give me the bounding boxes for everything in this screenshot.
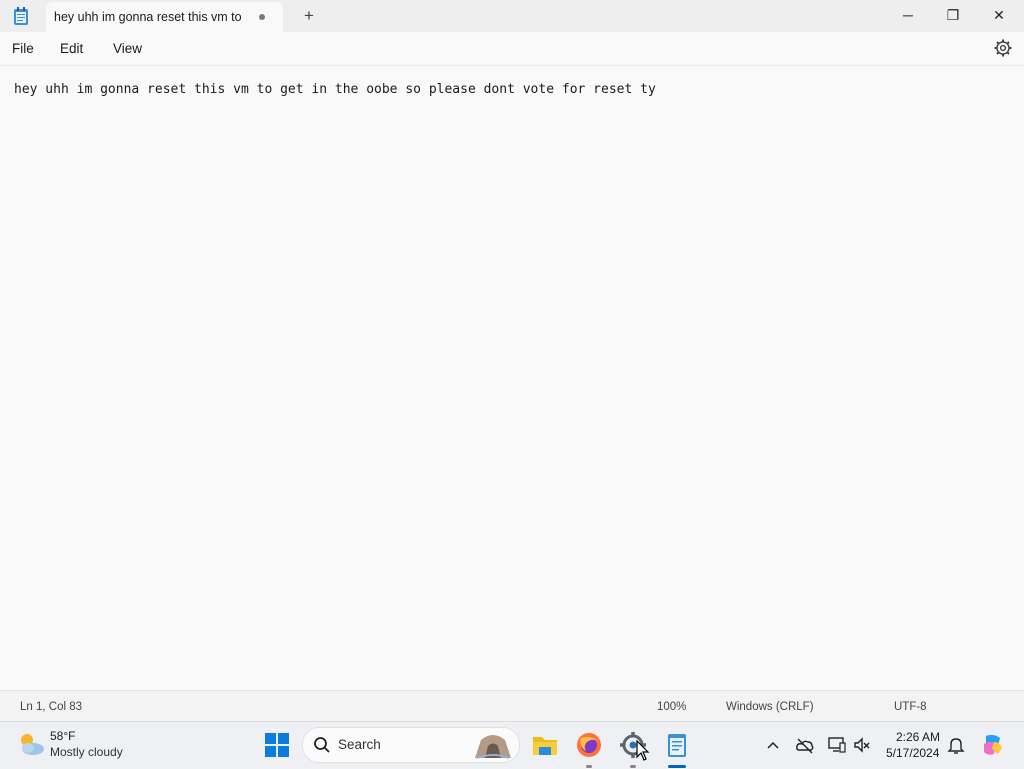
weather-desc[interactable]: Mostly cloudy (50, 745, 123, 759)
menu-edit[interactable]: Edit (60, 41, 83, 56)
clock-time[interactable]: 2:26 AM (896, 730, 940, 744)
clock-date[interactable]: 5/17/2024 (886, 746, 939, 760)
notepad-icon[interactable] (662, 730, 692, 760)
copilot-icon[interactable] (980, 732, 1006, 758)
cursor-position: Ln 1, Col 83 (20, 701, 83, 713)
title-bar: hey uhh im gonna reset this vm to + ─ ❐ … (0, 0, 1024, 32)
minimize-button[interactable]: ─ (885, 0, 931, 30)
chevron-up-icon[interactable] (763, 735, 783, 755)
search-icon (314, 737, 330, 753)
new-tab-button[interactable]: + (296, 4, 322, 28)
line-ending: Windows (CRLF) (726, 701, 814, 713)
onedrive-offline-icon[interactable] (795, 735, 815, 755)
firefox-icon[interactable] (574, 730, 604, 760)
menu-bar: File Edit View (0, 32, 1024, 66)
volume-muted-icon[interactable] (852, 735, 872, 755)
document-tab[interactable]: hey uhh im gonna reset this vm to (46, 2, 283, 32)
tab-title: hey uhh im gonna reset this vm to (54, 10, 242, 24)
encoding: UTF-8 (894, 701, 927, 713)
zoom-level: 100% (657, 701, 687, 713)
cloud-sun-icon[interactable] (16, 730, 46, 758)
search-highlight-icon (475, 735, 511, 759)
start-icon[interactable] (262, 730, 292, 760)
menu-view[interactable]: View (113, 41, 142, 56)
editor-content[interactable]: hey uhh im gonna reset this vm to get in… (14, 82, 656, 97)
network-icon[interactable] (827, 735, 847, 755)
maximize-button[interactable]: ❐ (930, 0, 976, 30)
file-explorer-icon[interactable] (530, 730, 560, 760)
search-placeholder: Search (338, 737, 381, 752)
unsaved-indicator-icon[interactable] (259, 14, 265, 20)
status-bar: Ln 1, Col 83 100% Windows (CRLF) UTF-8 (0, 690, 1024, 722)
weather-temp[interactable]: 58°F (50, 729, 75, 743)
menu-file[interactable]: File (12, 41, 34, 56)
bell-icon[interactable] (946, 735, 966, 755)
gear-icon[interactable] (993, 38, 1013, 58)
text-editor[interactable]: hey uhh im gonna reset this vm to get in… (0, 66, 1024, 690)
close-button[interactable]: ✕ (976, 0, 1022, 30)
mouse-cursor-icon (636, 740, 650, 761)
taskbar-search[interactable]: Search (302, 727, 520, 763)
notepad-app-icon (14, 7, 28, 25)
taskbar: 58°F Mostly cloudy Search 2:26 AM 5/17/2… (0, 721, 1024, 769)
